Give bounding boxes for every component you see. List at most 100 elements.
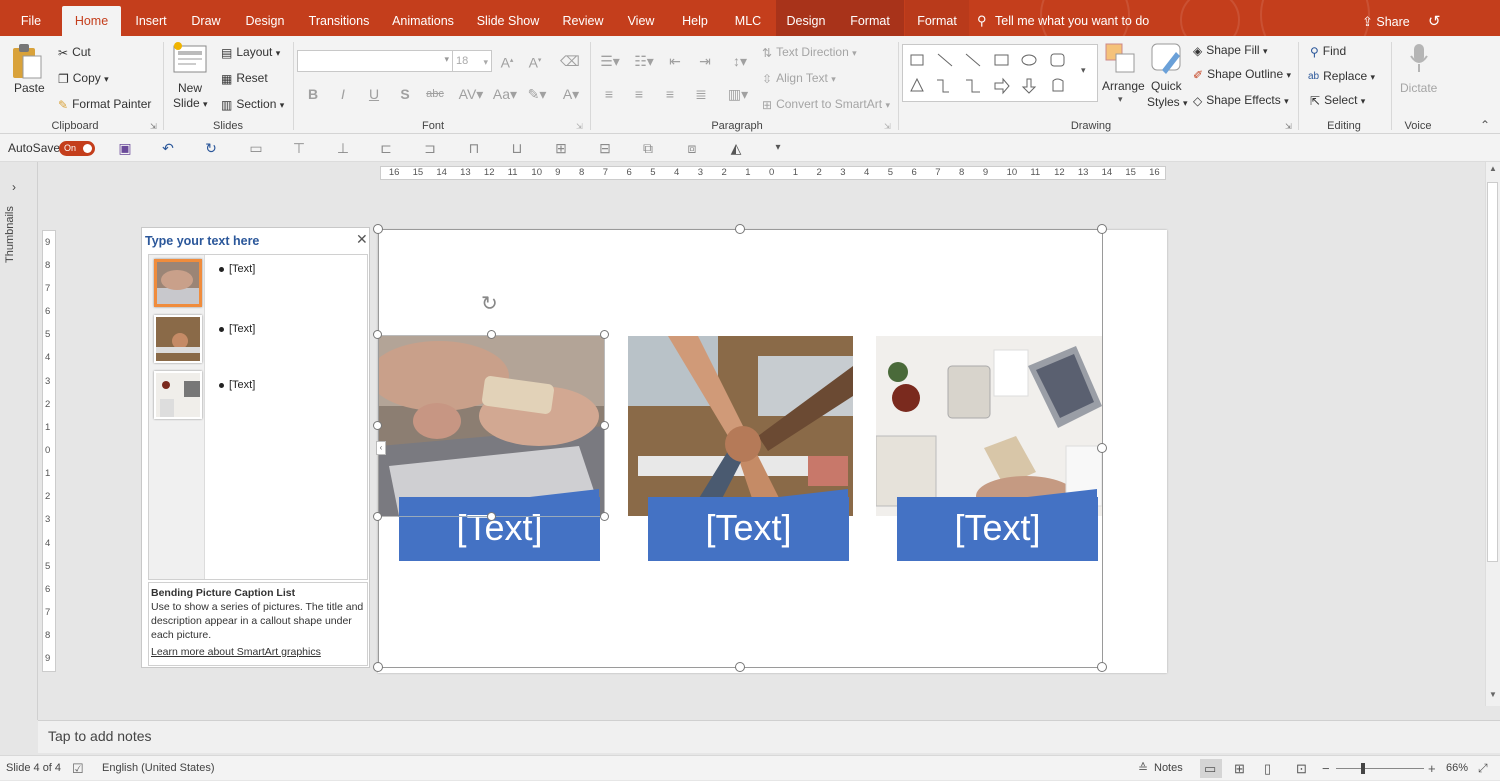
qat-tool-icon[interactable]: ⊟ [597,140,613,156]
tell-me-search[interactable]: ⚲ Tell me what you want to do [975,9,1235,33]
qat-tool-icon[interactable]: ⊥ [335,140,351,156]
shape-resize-handle[interactable] [487,512,496,521]
section-button[interactable]: ▥ Section ▾ [221,96,284,113]
replace-button[interactable]: ab Replace ▾ [1308,68,1375,85]
quick-styles-button[interactable]: Styles ▾ [1147,94,1188,111]
columns-icon[interactable]: ▥▾ [726,86,750,102]
notes-icon[interactable]: ≙ [1138,756,1148,781]
tab-animations[interactable]: Animations [386,0,460,36]
dialog-launcher-icon[interactable]: ⇲ [150,122,157,131]
align-right-icon[interactable]: ≡ [661,86,679,102]
format-painter-button[interactable]: ✎ Format Painter [58,96,151,113]
zoom-level[interactable]: 66% [1446,756,1468,781]
decrease-indent-icon[interactable]: ⇤ [666,53,684,69]
justify-icon[interactable]: ≣ [692,86,710,102]
expand-thumbnails-icon[interactable]: › [12,180,16,194]
normal-view-icon[interactable]: ▭ [1204,756,1216,781]
shapes-gallery[interactable]: ▾ [902,44,1098,102]
line-spacing-icon[interactable]: ↕▾ [728,53,752,69]
qat-tool-icon[interactable]: ⊔ [509,140,525,156]
tab-insert[interactable]: Insert [128,0,174,36]
gallery-expand-icon[interactable]: ▾ [1081,65,1086,76]
picture-thumb-1[interactable] [154,259,202,307]
close-icon[interactable]: ✕ [356,231,368,248]
text-shadow-icon[interactable]: S [396,86,414,102]
tab-file[interactable]: File [8,0,54,36]
text-direction-button[interactable]: ⇅ Text Direction ▾ [762,44,857,61]
tab-design[interactable]: Design [238,0,292,36]
new-slide-label-1[interactable]: New [178,80,202,96]
strikethrough-icon[interactable]: abc [426,86,444,102]
fit-to-window-icon[interactable]: ⤢ [1478,756,1488,781]
reset-button[interactable]: ▦ Reset [221,70,268,87]
customize-qat-icon[interactable]: ▾ [770,140,786,156]
select-button[interactable]: ⇱ Select ▾ [1310,92,1365,109]
paste-button[interactable]: Paste [14,80,45,96]
dialog-launcher-icon[interactable]: ⇲ [576,122,583,131]
quick-styles-icon[interactable] [1150,42,1184,78]
zoom-in-icon[interactable]: + [1428,756,1436,781]
zoom-slider-track[interactable] [1336,768,1424,769]
slide-sorter-icon[interactable]: ⊞ [1234,756,1245,781]
save-icon[interactable]: ▣ [117,140,133,156]
spell-check-icon[interactable]: ☑ [72,756,84,781]
resize-handle[interactable] [1097,443,1107,453]
tab-view[interactable]: View [620,0,662,36]
arrange-icon[interactable] [1104,42,1138,78]
shape-resize-handle[interactable] [487,330,496,339]
present-icon[interactable]: ▭ [248,140,264,156]
share-button[interactable]: ⇪ Share [1362,10,1410,34]
qat-tool-icon[interactable]: ⊓ [466,140,482,156]
microphone-icon[interactable] [1408,42,1430,74]
change-case-icon[interactable]: Aa▾ [492,86,518,102]
tab-slide-show[interactable]: Slide Show [470,0,546,36]
text-pane-toggle[interactable]: ‹ [376,441,386,455]
qat-tool-icon[interactable]: ⊤ [291,140,307,156]
zoom-slider-thumb[interactable] [1361,763,1365,774]
qat-tool-icon[interactable]: ◭ [728,140,744,156]
zoom-out-icon[interactable]: − [1322,756,1330,781]
tab-smartart-format[interactable]: Format [842,0,898,36]
align-left-icon[interactable]: ≡ [600,86,618,102]
highlight-icon[interactable]: ✎▾ [524,86,550,102]
language-indicator[interactable]: English (United States) [102,756,215,781]
learn-more-link[interactable]: Learn more about SmartArt graphics [151,645,365,659]
notes-pane[interactable]: Tap to add notes [38,720,1500,753]
tab-home[interactable]: Home [62,6,121,36]
font-size-field[interactable]: 18 ▾ [452,50,492,72]
quick-styles-label-1[interactable]: Quick [1151,78,1182,94]
decrease-font-icon[interactable]: A▾ [526,53,544,71]
new-slide-button[interactable]: Slide ▾ [173,95,208,112]
align-center-icon[interactable]: ≡ [630,86,648,102]
autosave-toggle[interactable]: On [59,141,95,156]
shape-resize-handle[interactable] [373,421,382,430]
font-name-field[interactable]: ▾ [297,50,453,72]
bold-icon[interactable]: B [304,86,322,102]
align-text-button[interactable]: ⇳ Align Text ▾ [762,70,836,87]
collapse-ribbon-icon[interactable]: ⌃ [1480,118,1490,132]
scroll-up-icon[interactable]: ▲ [1489,164,1497,173]
redo-icon[interactable]: ↻ [203,140,219,156]
new-slide-icon[interactable] [172,42,208,76]
italic-icon[interactable]: I [334,86,352,102]
font-color-icon[interactable]: A▾ [558,86,584,102]
increase-font-icon[interactable]: A▴ [498,53,516,71]
qat-tool-icon[interactable]: ⊞ [553,140,569,156]
resize-handle[interactable] [735,224,745,234]
convert-smartart-button[interactable]: ⊞ Convert to SmartArt ▾ [762,96,890,113]
numbering-icon[interactable]: ☷▾ [630,53,658,69]
tab-draw[interactable]: Draw [184,0,228,36]
tab-help[interactable]: Help [672,0,718,36]
underline-icon[interactable]: U [365,86,383,102]
qat-tool-icon[interactable]: ⊏ [378,140,394,156]
tab-drawing-format[interactable]: Format [908,0,966,36]
dictate-button[interactable]: Dictate [1400,80,1437,96]
copy-button[interactable]: ❐ Copy ▾ [58,70,109,87]
resize-handle[interactable] [735,662,745,672]
tab-mlc[interactable]: MLC [726,0,770,36]
layout-button[interactable]: ▤ Layout ▾ [221,44,280,61]
text-pane-item-1[interactable]: [Text] [218,263,255,275]
shape-fill-button[interactable]: ◈ Shape Fill ▾ [1193,42,1267,59]
arrange-button[interactable]: Arrange [1102,78,1145,94]
resize-handle[interactable] [373,662,383,672]
